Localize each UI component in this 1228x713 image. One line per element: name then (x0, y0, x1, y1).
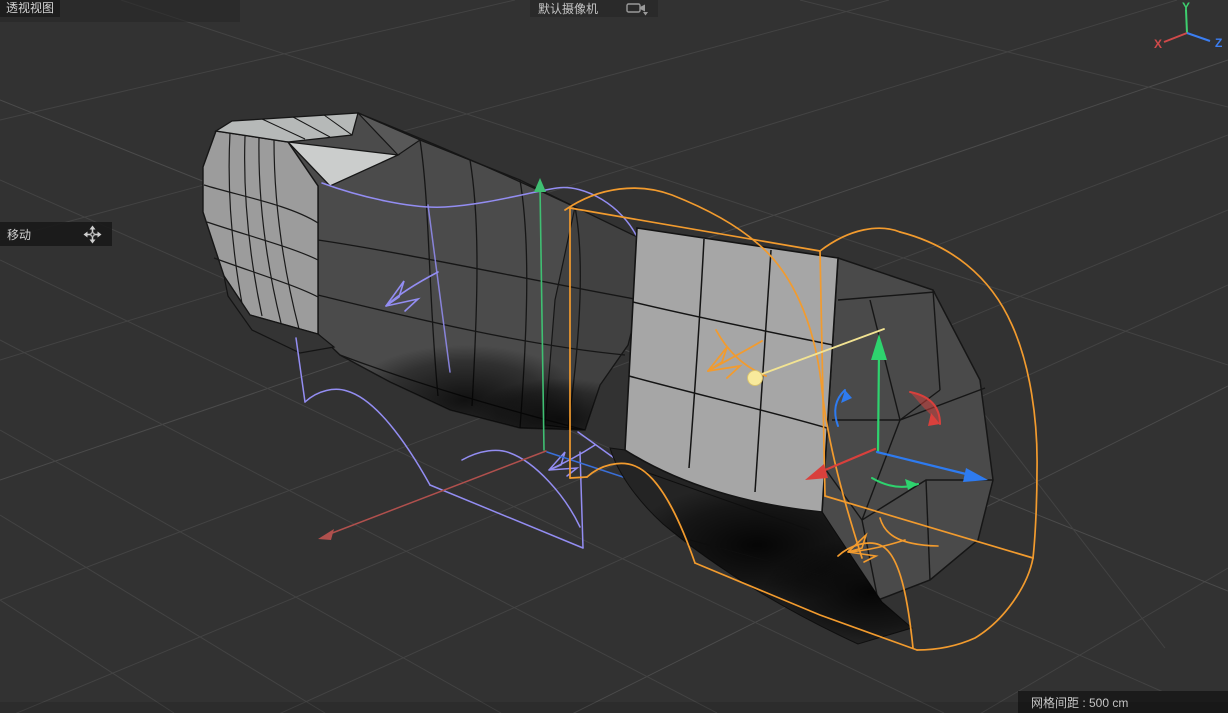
camera-selector[interactable]: 默认摄像机 (530, 0, 658, 17)
left-mesh-object[interactable] (203, 113, 650, 462)
left-gizmo-x-axis-handle[interactable] (318, 451, 546, 540)
move-tool-icon (83, 225, 102, 244)
view-label: 透视视图 (6, 1, 54, 15)
right-mesh-object[interactable] (610, 228, 993, 647)
axis-y-label: Y (1182, 0, 1190, 14)
axis-orientation-icon: Y X Z (1148, 2, 1226, 58)
viewport-bottom-edge (0, 702, 1228, 713)
camera-icon[interactable] (626, 2, 650, 16)
left-front-face (203, 131, 318, 334)
camera-label: 默认摄像机 (538, 0, 598, 17)
axis-z-label: Z (1215, 36, 1222, 50)
view-menu-tab[interactable]: 透视视图 (0, 0, 60, 17)
axis-x-label: X (1154, 37, 1162, 51)
3d-viewport[interactable]: 透视视图 默认摄像机 移动 网格间距 (0, 0, 1228, 713)
active-tool-indicator: 移动 (0, 222, 112, 246)
scene-canvas[interactable] (0, 0, 1228, 713)
tool-label: 移动 (0, 226, 83, 243)
